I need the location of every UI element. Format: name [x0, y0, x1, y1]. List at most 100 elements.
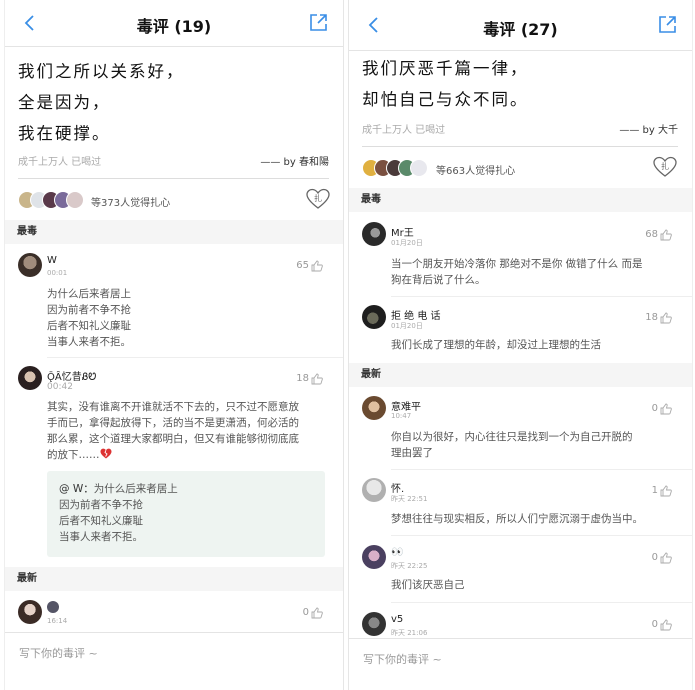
comment-time: 00:01: [47, 269, 68, 277]
comment-input-placeholder[interactable]: 写下你的毒评 ~: [19, 645, 98, 661]
avatar[interactable]: [18, 253, 42, 277]
heart-label: 扎: [661, 161, 669, 171]
section-header-hot: 最毒: [5, 220, 343, 244]
right-screen: 毒评 (27) 我们厌恶千篇一律， 却怕自己与众不同。 成千上万人 已喝过 ——…: [348, 0, 693, 690]
divider: [18, 178, 329, 179]
comment-author[interactable]: 怀.: [391, 480, 404, 495]
like-count: 0: [651, 552, 658, 563]
quote-line: 全是因为，: [18, 93, 111, 112]
divider: [362, 146, 678, 147]
author-name[interactable]: 春和陽: [299, 157, 329, 168]
heart-zha-icon[interactable]: 扎: [652, 155, 678, 179]
left-screen: 毒评 (19) 我们之所以关系好， 全是因为， 我在硬撑。 成千上万人 已喝过 …: [4, 0, 344, 690]
comment-line: 你自以为很好，内心往往只是找到一个为自己开脱的: [391, 431, 633, 443]
comment-line: 梦想往往与现实相反，所以人们宁愿沉溺于虚伪当中。: [391, 513, 643, 525]
thumbs-up-icon[interactable]: [660, 619, 672, 631]
avatar: [410, 159, 428, 177]
avatar[interactable]: [362, 222, 386, 246]
reply-line: 因为前者不争不抢: [59, 499, 143, 511]
comment-time: 昨天 22:25: [391, 562, 428, 570]
thumbs-up-icon[interactable]: [311, 607, 323, 619]
like-count: 0: [651, 619, 658, 630]
quoted-reply: @ W：为什么后来者居上 因为前者不争不抢 后者不知礼义廉耻 当事人来者不拒。: [47, 471, 325, 557]
comment-line: 我们长成了理想的年龄，却没过上理想的生活: [391, 339, 601, 351]
comment-input-placeholder[interactable]: 写下你的毒评 ~: [363, 651, 442, 667]
author-prefix: —— by: [619, 125, 655, 136]
thumbs-up-icon[interactable]: [660, 312, 672, 324]
comment-author[interactable]: 意难平: [391, 398, 421, 413]
thumbs-up-icon[interactable]: [311, 373, 323, 385]
quote-author: —— by 春和陽: [260, 153, 329, 168]
comment-author[interactable]: ǬȂ忆昔ᏰᏬ: [47, 368, 96, 383]
comment-author[interactable]: 拒 绝 电 话: [391, 307, 441, 322]
comment-time: 昨天 21:06: [391, 629, 428, 637]
quote-tags: 成千上万人 已喝过: [18, 157, 102, 168]
avatar[interactable]: [18, 600, 42, 624]
avatar[interactable]: [362, 305, 386, 329]
divider: [391, 469, 692, 470]
share-icon[interactable]: [656, 14, 678, 36]
likes-count-text: 等373人觉得扎心: [91, 198, 171, 209]
comment-line: 狗在背后说了什么。: [391, 274, 486, 286]
comment-text: 我们长成了理想的年龄，却没过上理想的生活: [391, 337, 601, 353]
author-name[interactable]: 大千: [658, 125, 678, 136]
liker-avatars[interactable]: [18, 191, 88, 209]
comment-time: 00:42: [47, 382, 73, 392]
quote-line: 我们厌恶千篇一律，: [362, 59, 529, 78]
nav-bar: 毒评 (19): [5, 0, 343, 47]
comment-line: 我们该厌恶自己: [391, 579, 465, 591]
likes-count-text: 等663人觉得扎心: [436, 166, 516, 177]
thumbs-up-icon[interactable]: [311, 260, 323, 272]
section-header-new: 最新: [5, 567, 343, 591]
comment-time: 01月20日: [391, 322, 423, 330]
page-title: 毒评 (19): [136, 17, 212, 36]
comment-time: 01月20日: [391, 239, 423, 247]
comment-line: 因为前者不争不抢: [47, 304, 131, 316]
avatar[interactable]: [362, 545, 386, 569]
comment-line: 为什么后来者居上: [47, 288, 131, 300]
quote-tags: 成千上万人 已喝过: [362, 125, 446, 136]
avatar: [66, 191, 84, 209]
reply-mention[interactable]: @ W：: [59, 483, 94, 495]
like-count: 0: [302, 607, 309, 618]
comment-text: 梦想往往与现实相反，所以人们宁愿沉溺于虚伪当中。: [391, 511, 643, 527]
thumbs-up-icon[interactable]: [660, 485, 672, 497]
comment-line-end: 的放下……: [47, 449, 100, 461]
comment-line: 后者不知礼义廉耻: [47, 320, 131, 332]
username-badge-icon: [47, 601, 59, 613]
quote-line: 却怕自己与众不同。: [362, 90, 529, 109]
liker-avatars[interactable]: [362, 159, 434, 177]
reply-line: 为什么后来者居上: [93, 483, 178, 495]
divider: [47, 357, 343, 358]
avatar[interactable]: [362, 612, 386, 636]
like-count: 0: [651, 403, 658, 414]
comment-line: 的放下……: [47, 447, 332, 463]
divider: [391, 535, 692, 536]
comment-author[interactable]: 👀: [391, 547, 403, 558]
broken-heart-icon: [100, 448, 111, 459]
heart-zha-icon[interactable]: 扎: [305, 187, 331, 211]
comment-author[interactable]: v5: [391, 614, 403, 625]
avatar[interactable]: [362, 478, 386, 502]
comment-line: 那么累，这个道理大家都明白，但又有谁能够彻彻底底: [47, 433, 299, 445]
comment-author[interactable]: Mr王: [391, 224, 414, 239]
author-prefix: —— by: [260, 157, 296, 168]
avatar[interactable]: [362, 396, 386, 420]
comment-line: 手而已，拿得起放得下，活的当不是更潇洒，何必活的: [47, 417, 299, 429]
comment-time: 10:47: [391, 412, 412, 420]
thumbs-up-icon[interactable]: [660, 552, 672, 564]
thumbs-up-icon[interactable]: [660, 229, 672, 241]
section-header-hot: 最毒: [349, 188, 692, 212]
avatar[interactable]: [18, 366, 42, 390]
comment-author[interactable]: W: [47, 255, 57, 266]
comment-input-bar[interactable]: 写下你的毒评 ~: [349, 638, 692, 679]
like-count: 65: [296, 260, 309, 271]
comment-input-bar[interactable]: 写下你的毒评 ~: [5, 632, 343, 673]
reply-line: 当事人来者不拒。: [59, 531, 143, 543]
like-count: 18: [645, 312, 658, 323]
page-title: 毒评 (27): [483, 20, 558, 39]
share-icon[interactable]: [307, 12, 329, 34]
thumbs-up-icon[interactable]: [660, 403, 672, 415]
divider: [391, 602, 692, 603]
comment-line: 当事人来者不拒。: [47, 336, 131, 348]
